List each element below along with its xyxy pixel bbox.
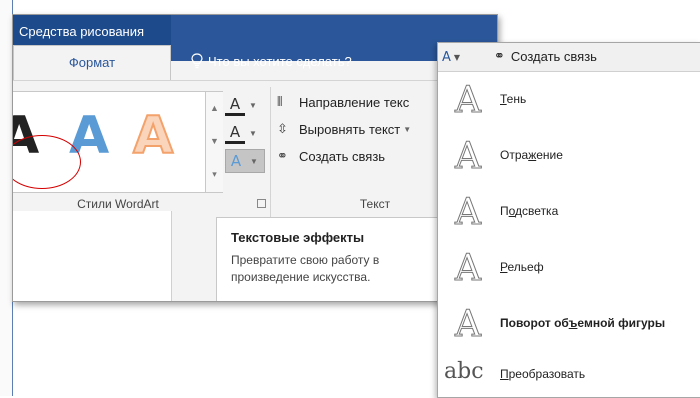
gallery-scroll-up-icon[interactable]: ▲ [206,92,223,125]
chevron-down-icon: ▼ [403,124,412,134]
text-direction-button[interactable]: ⫴ Направление текс [277,91,409,113]
tab-format-label: Формат [68,55,116,70]
menu-item-shadow[interactable]: A Тень [438,73,700,129]
text-effects-button[interactable]: A ▼ [442,46,478,68]
menu-item-label: Преобразовать [500,367,586,381]
reflection-effect-icon: A [455,136,482,178]
wordart-style-orange[interactable]: A [132,105,174,167]
tooltip-title: Текстовые эффекты [231,230,365,245]
bevel-effect-icon: A [455,248,482,290]
menu-item-bevel[interactable]: A Рельеф [438,241,700,297]
text-fill-button[interactable]: A ▼ [225,93,265,117]
glow-effect-icon: A [455,192,482,234]
chevron-down-icon: ▼ [453,52,461,62]
align-text-icon: ⇳ [277,121,288,137]
tell-me-text: Что вы хотите сделать? [208,53,352,69]
align-text-button[interactable]: ⇳ Выровнять текст ▼ [277,118,411,140]
chevron-down-icon: ▼ [249,128,257,138]
menu-item-reflection[interactable]: A Отражение [438,129,700,185]
menu-item-label: Тень [500,92,527,106]
gallery-scroll-down-icon[interactable]: ▼ [206,125,223,158]
lightbulb-icon [191,53,203,69]
menu-item-3d-rotation[interactable]: A Поворот объемной фигуры [438,297,700,353]
text-outline-button[interactable]: A ▼ [225,121,265,145]
text-direction-icon: ⫴ [277,94,283,110]
dialog-launcher-icon[interactable] [257,199,266,208]
group-label-wordart: Стили WordArt [77,197,159,211]
create-link-button[interactable]: ⚭ Создать связь [494,49,597,64]
menu-item-label: Поворот объемной фигуры [500,316,666,330]
text-outline-icon: A [225,123,245,144]
text-fill-icon: A [225,95,245,116]
tooltip: Текстовые эффекты Превратите свою работу… [216,217,442,301]
document-canvas [13,211,172,301]
menu-item-transform[interactable]: abc Преобразовать [438,353,700,397]
ribbon-body: A A A ▲ ▼ ▾ A▼ A▼ A▼ ⫴Направление текс ⇳… [13,80,497,301]
menu-item-label: Подсветка [500,204,559,218]
text-effects-icon: A [442,49,451,65]
tell-me-search[interactable]: Что вы хотите сделать? [191,53,352,69]
transform-effect-icon: abc [444,359,484,384]
context-tab-group-label: Средства рисования [19,24,145,39]
text-effects-menu: A ▼ ⚭ Создать связь A Тень A Отражение A … [437,42,700,398]
ribbon-window: Средства рисования Формат Что вы хотите … [12,14,498,302]
text-effects-icon: A [230,152,242,170]
text-effects-button[interactable]: A ▼ [225,149,265,173]
tooltip-description: Превратите свою работу в произведение ис… [231,253,380,284]
chevron-down-icon: ▼ [249,100,257,110]
align-text-label: Выровнять текст [299,121,401,137]
gallery-more-icon[interactable]: ▾ [206,158,223,191]
menu-item-label: Отражение [500,148,563,162]
create-link-label: Создать связь [510,49,597,64]
create-link-label: Создать связь [299,148,386,164]
context-tab-group: Средства рисования [13,15,171,47]
chevron-down-icon: ▼ [250,156,258,166]
link-icon: ⚭ [494,49,505,64]
group-divider [270,87,271,227]
menu-header: A ▼ ⚭ Создать связь [438,43,700,72]
menu-item-label: Рельеф [500,260,544,274]
tab-format[interactable]: Формат [13,45,171,80]
text-direction-label: Направление текс [299,94,410,110]
3d-rotation-effect-icon: A [455,304,482,346]
menu-item-glow[interactable]: A Подсветка [438,185,700,241]
gallery-scrollbar: ▲ ▼ ▾ [205,92,223,192]
shadow-effect-icon: A [455,80,482,122]
create-link-button[interactable]: ⚭ Создать связь [277,145,385,167]
link-icon: ⚭ [277,148,288,164]
